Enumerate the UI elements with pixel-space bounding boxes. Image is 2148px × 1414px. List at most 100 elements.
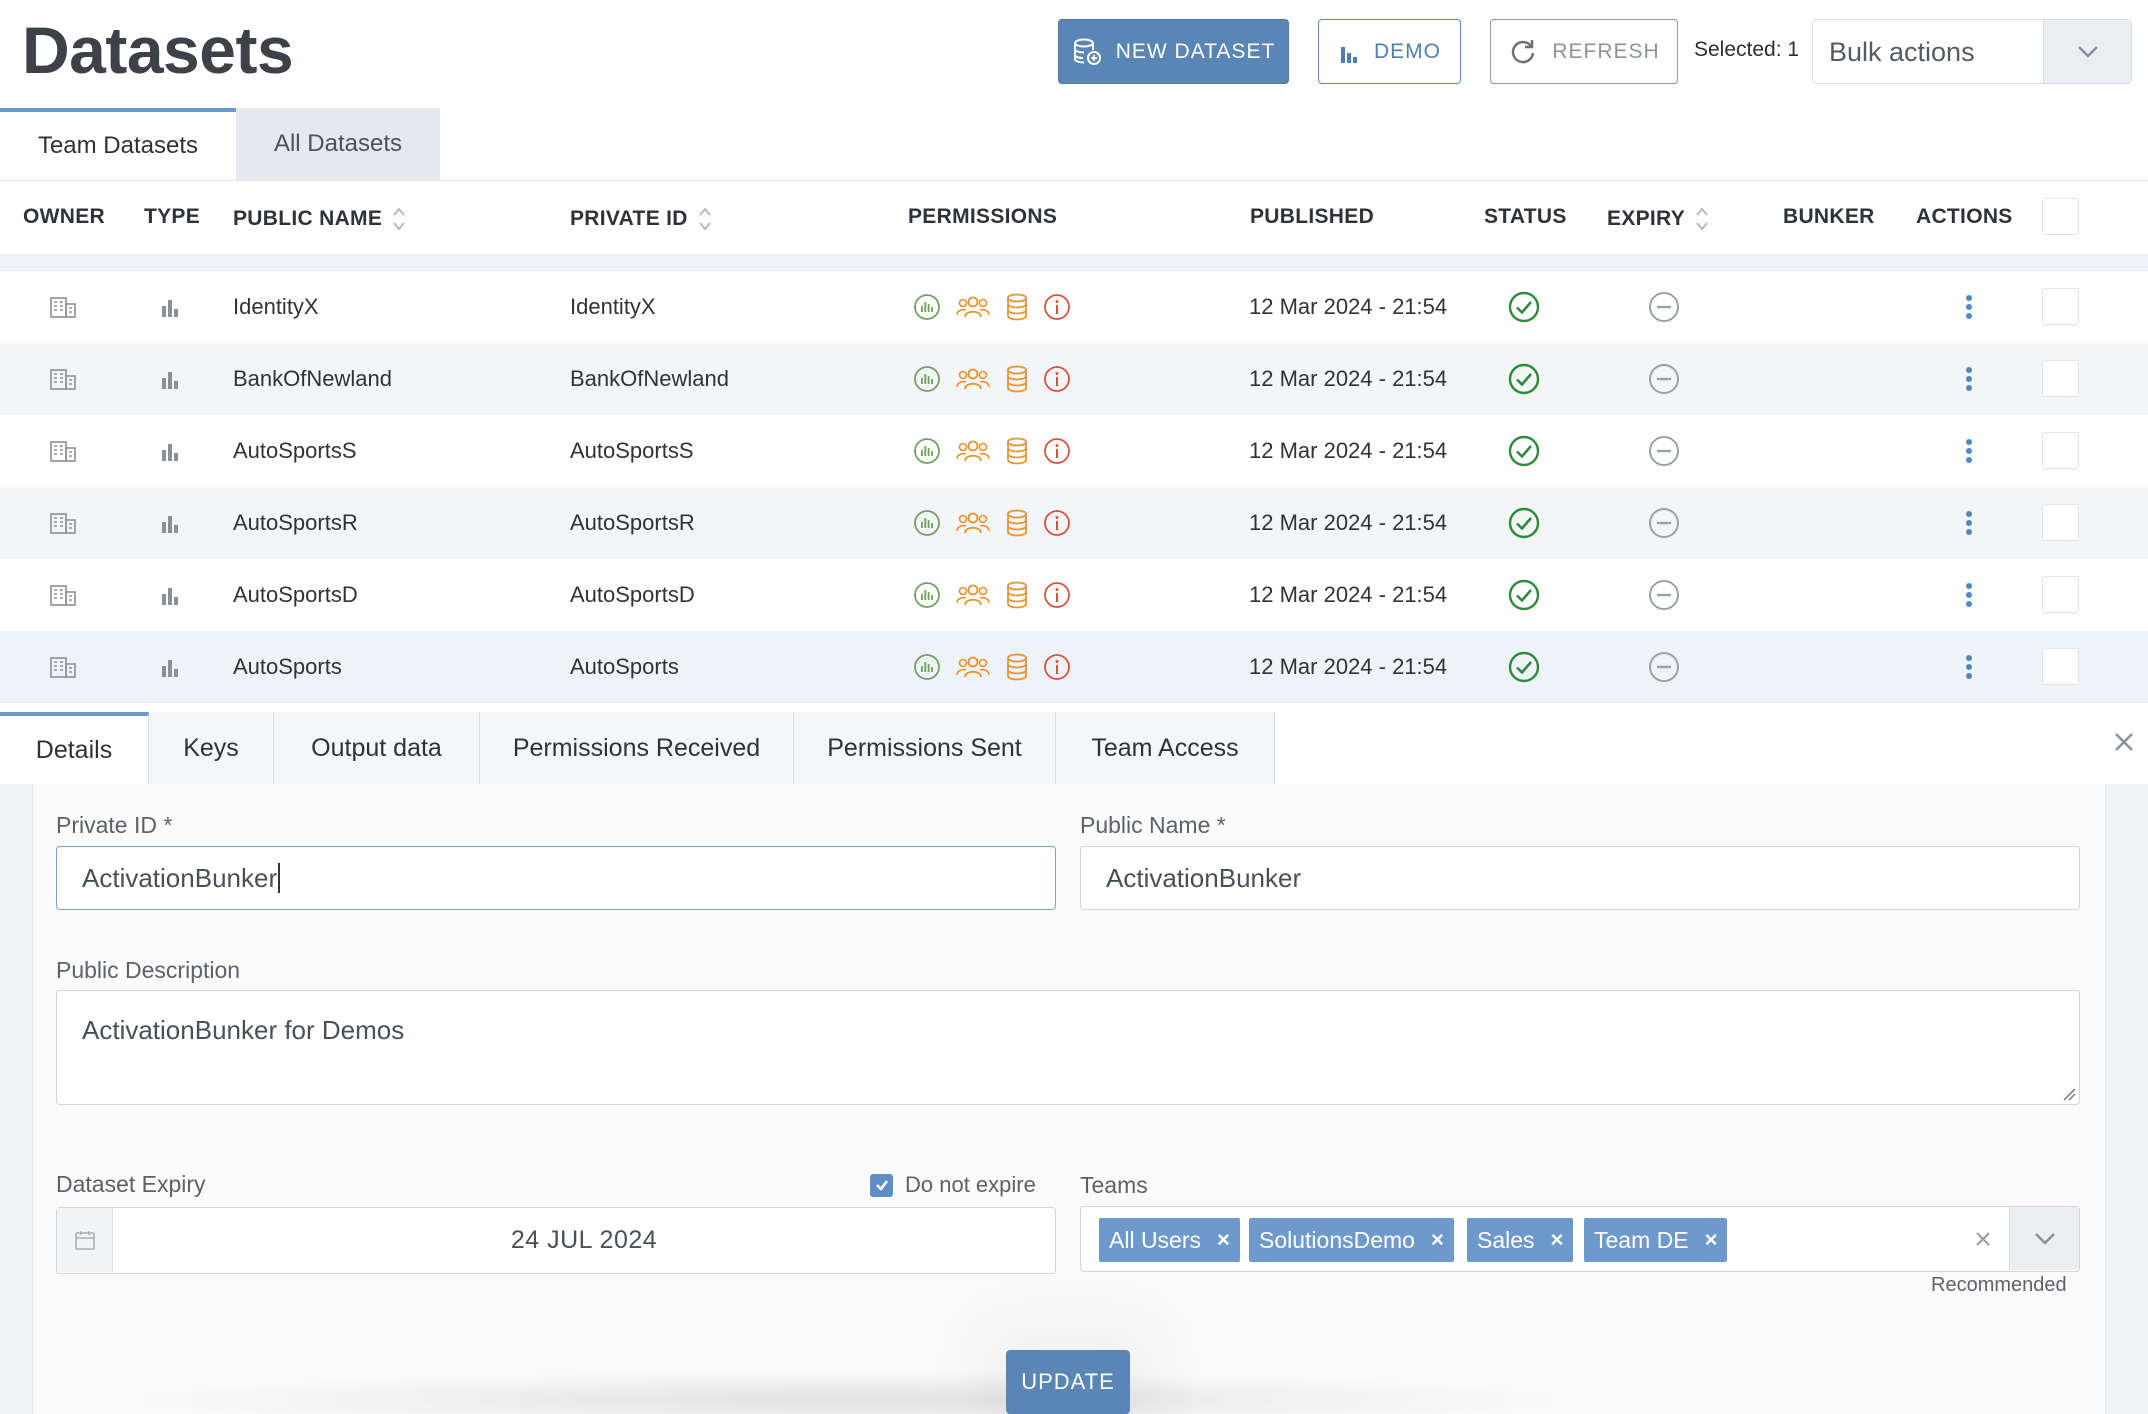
table-row[interactable]: IdentityX IdentityX 12 Mar 2024 - 21:54 (0, 271, 2148, 343)
database-icon[interactable] (1005, 293, 1029, 321)
row-checkbox[interactable] (2042, 360, 2079, 397)
private-id-cell: BankOfNewland (570, 366, 729, 391)
info-circle-icon[interactable] (1043, 365, 1071, 393)
table-row[interactable]: AutoSports AutoSports 12 Mar 2024 - 21:5… (0, 631, 2148, 703)
sort-icon[interactable] (392, 205, 406, 233)
do-not-expire-toggle[interactable]: Do not expire (870, 1172, 1036, 1198)
tab-output-data[interactable]: Output data (274, 712, 480, 784)
new-dataset-label: NEW DATASET (1115, 39, 1276, 63)
refresh-button[interactable]: REFRESH (1490, 19, 1678, 84)
more-vertical-icon[interactable] (1964, 343, 1974, 415)
table-row[interactable]: BankOfNewland BankOfNewland 12 Mar 2024 … (0, 343, 2148, 415)
remove-icon[interactable]: × (1551, 1227, 1564, 1253)
info-circle-icon[interactable] (1043, 653, 1071, 681)
info-circle-icon[interactable] (1043, 437, 1071, 465)
remove-icon[interactable]: × (1431, 1227, 1444, 1253)
more-vertical-icon[interactable] (1964, 631, 1974, 703)
teams-multiselect[interactable]: All Users × SolutionsDemo × Sales × Team DE… (1080, 1206, 2080, 1272)
more-vertical-icon[interactable] (1964, 271, 1974, 343)
private-id-value: ActivationBunker (82, 862, 278, 893)
published-cell: 12 Mar 2024 - 21:54 (1249, 294, 1448, 319)
row-checkbox[interactable] (2042, 504, 2079, 541)
public-name-value: ActivationBunker (1106, 862, 1302, 893)
clear-icon[interactable] (1969, 1225, 1997, 1253)
teams-label: Teams (1080, 1172, 1148, 1198)
minus-circle-icon (1648, 271, 1680, 343)
info-circle-icon[interactable] (1043, 293, 1071, 321)
more-vertical-icon[interactable] (1964, 487, 1974, 559)
sort-icon[interactable] (1695, 205, 1709, 233)
col-public-name-sort[interactable]: PUBLIC NAME (233, 205, 406, 233)
users-icon[interactable] (955, 293, 991, 321)
select-all-checkbox[interactable] (2042, 198, 2079, 235)
table-row[interactable]: AutoSportsS AutoSportsS 12 Mar 2024 - 21… (0, 415, 2148, 487)
resize-handle-icon[interactable] (2062, 1087, 2076, 1101)
check-circle-icon (1508, 415, 1540, 487)
users-icon[interactable] (955, 365, 991, 393)
new-dataset-button[interactable]: NEW DATASET (1058, 19, 1289, 84)
chevron-down-icon[interactable] (2043, 20, 2131, 83)
database-icon[interactable] (1005, 581, 1029, 609)
more-vertical-icon[interactable] (1964, 559, 1974, 631)
public-name-field[interactable]: ActivationBunker (1080, 846, 2080, 910)
row-checkbox[interactable] (2042, 288, 2079, 325)
dataset-expiry-label: Dataset Expiry (56, 1171, 206, 1197)
private-id-field[interactable]: ActivationBunker (56, 846, 1056, 910)
users-icon[interactable] (955, 509, 991, 537)
info-circle-icon[interactable] (1043, 509, 1071, 537)
database-icon[interactable] (1005, 437, 1029, 465)
users-icon[interactable] (955, 437, 991, 465)
calendar-icon[interactable] (57, 1208, 113, 1272)
table-row[interactable]: AutoSportsD AutoSportsD 12 Mar 2024 - 21… (0, 559, 2148, 631)
tab-permissions-received[interactable]: Permissions Received (480, 712, 794, 784)
remove-icon[interactable]: × (1705, 1227, 1718, 1253)
analytics-circle-icon[interactable] (913, 653, 941, 681)
tab-permissions-sent[interactable]: Permissions Sent (794, 712, 1056, 784)
tab-details[interactable]: Details (0, 712, 149, 784)
col-expiry-sort[interactable]: EXPIRY (1607, 205, 1709, 233)
public-description-label: Public Description (56, 957, 241, 983)
page-title: Datasets (22, 13, 294, 87)
chevron-down-icon[interactable] (2009, 1207, 2079, 1270)
team-chip-label: SolutionsDemo (1259, 1226, 1415, 1253)
analytics-circle-icon[interactable] (913, 365, 941, 393)
analytics-circle-icon[interactable] (913, 509, 941, 537)
more-vertical-icon[interactable] (1964, 415, 1974, 487)
database-icon[interactable] (1005, 365, 1029, 393)
users-icon[interactable] (955, 653, 991, 681)
database-icon[interactable] (1005, 653, 1029, 681)
tab-keys[interactable]: Keys (149, 712, 274, 784)
public-name-cell: AutoSportsD (233, 582, 358, 607)
update-button[interactable]: UPDATE (1006, 1350, 1130, 1414)
analytics-circle-icon[interactable] (913, 437, 941, 465)
analytics-circle-icon[interactable] (913, 581, 941, 609)
tab-all-datasets[interactable]: All Datasets (236, 108, 440, 180)
do-not-expire-checkbox[interactable] (870, 1173, 893, 1197)
check-circle-icon (1508, 487, 1540, 559)
row-checkbox[interactable] (2042, 576, 2079, 613)
remove-icon[interactable]: × (1217, 1227, 1230, 1253)
tab-team-datasets[interactable]: Team Datasets (0, 108, 236, 180)
table-row[interactable]: AutoSportsR AutoSportsR 12 Mar 2024 - 21… (0, 487, 2148, 559)
row-checkbox[interactable] (2042, 648, 2079, 685)
refresh-icon (1512, 39, 1535, 63)
analytics-circle-icon[interactable] (913, 293, 941, 321)
row-checkbox[interactable] (2042, 432, 2079, 469)
expiry-date-field[interactable]: 24 JUL 2024 (56, 1207, 1056, 1274)
recommended-link[interactable]: Recommended (1931, 1274, 2067, 1297)
sort-icon[interactable] (698, 205, 712, 233)
building-icon (50, 415, 76, 487)
demo-button[interactable]: DEMO (1318, 19, 1461, 84)
col-private-id-sort[interactable]: PRIVATE ID (570, 205, 712, 233)
public-description-field[interactable]: ActivationBunker for Demos (56, 990, 2080, 1105)
bulk-actions-value: Bulk actions (1829, 37, 1975, 67)
database-icon[interactable] (1005, 509, 1029, 537)
check-circle-icon (1508, 559, 1540, 631)
users-icon[interactable] (955, 581, 991, 609)
published-cell: 12 Mar 2024 - 21:54 (1249, 366, 1448, 391)
close-icon[interactable] (2112, 730, 2136, 754)
tab-team-access[interactable]: Team Access (1056, 712, 1275, 784)
published-cell: 12 Mar 2024 - 21:54 (1249, 582, 1448, 607)
bulk-actions-select[interactable]: Bulk actions (1812, 19, 2132, 84)
info-circle-icon[interactable] (1043, 581, 1071, 609)
